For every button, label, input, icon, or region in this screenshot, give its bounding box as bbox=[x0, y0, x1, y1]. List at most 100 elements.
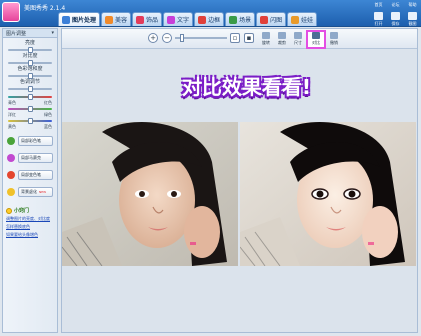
basic-sliders: 亮度 对比度 色彩饱和度 色调调节 青色 红色 洋红 绿色 黄色 蓝色 bbox=[3, 38, 57, 130]
brightness-slider[interactable] bbox=[8, 47, 52, 53]
enhanced-photo-image bbox=[240, 122, 416, 266]
blur-icon bbox=[7, 187, 15, 196]
effect-label-text: 背景虚化 bbox=[21, 188, 37, 194]
screenshot-icon bbox=[408, 12, 417, 20]
screenshot-button[interactable]: 截图 bbox=[408, 12, 417, 27]
main-tabs: 图片处理 美容 饰品 文字 边框 场景 闪图 娃娃 bbox=[58, 12, 318, 26]
resize-icon bbox=[294, 32, 302, 39]
link-forum-group: 论坛 保存 bbox=[391, 2, 400, 27]
tab-scene[interactable]: 场景 bbox=[225, 12, 256, 26]
frame-icon bbox=[198, 15, 207, 24]
tone-label: 色调调节 bbox=[19, 79, 40, 85]
tip-link[interactable]: 如果要给头像增色 bbox=[6, 232, 56, 238]
rotate-label: 旋转 bbox=[262, 40, 270, 45]
brightness-label: 亮度 bbox=[24, 40, 35, 46]
actual-size-button[interactable]: ▪ bbox=[244, 33, 254, 43]
fit-button[interactable]: ▫ bbox=[230, 33, 240, 43]
yellow-blue-slider[interactable] bbox=[8, 118, 52, 124]
new-badge: NEW bbox=[39, 189, 47, 194]
tab-flash[interactable]: 闪图 bbox=[256, 12, 287, 26]
yellow-blue-labels: 黄色 蓝色 bbox=[6, 124, 54, 130]
heart-icon bbox=[136, 15, 145, 24]
partial-mosaic-button[interactable]: 局部马赛克 bbox=[7, 151, 53, 164]
original-photo bbox=[62, 122, 238, 266]
resize-button[interactable]: 尺寸 bbox=[290, 32, 306, 47]
link-home-group: 首页 打开 bbox=[374, 2, 383, 27]
tab-beauty[interactable]: 美容 bbox=[101, 12, 132, 26]
adjust-panel: 图片调整 ▾ 亮度 对比度 色彩饱和度 色调调节 青色 红色 洋红 绿色 黄色 … bbox=[2, 28, 58, 333]
rotate-button[interactable]: 旋转 bbox=[258, 32, 274, 47]
yellow-label: 黄色 bbox=[8, 124, 16, 129]
slider-knob[interactable] bbox=[27, 106, 33, 112]
flash-icon bbox=[260, 15, 269, 24]
saturation-slider[interactable] bbox=[8, 73, 52, 79]
zoom-knob[interactable] bbox=[180, 34, 185, 42]
cyan-red-slider[interactable] bbox=[8, 94, 52, 100]
link-help-group: 帮助 截图 bbox=[408, 2, 417, 27]
tab-label: 饰品 bbox=[146, 17, 159, 24]
zoom-out-button[interactable]: − bbox=[162, 33, 172, 43]
app-logo bbox=[2, 2, 20, 22]
magenta-green-slider[interactable] bbox=[8, 106, 52, 112]
save-button[interactable]: 保存 bbox=[391, 12, 400, 27]
tips-title: 小窍门 bbox=[6, 207, 56, 214]
link-home[interactable]: 首页 bbox=[375, 2, 383, 8]
tab-label: 娃娃 bbox=[301, 17, 314, 24]
enhanced-photo bbox=[240, 122, 416, 266]
slider-knob[interactable] bbox=[27, 118, 33, 124]
tip-link[interactable]: 调整图片的亮度、对比度 bbox=[6, 216, 56, 222]
tab-label: 场景 bbox=[239, 17, 252, 24]
tips-section: 小窍门 调整图片的亮度、对比度 怎样替换底色 如果要给头像增色 bbox=[6, 207, 56, 238]
tab-doll[interactable]: 娃娃 bbox=[287, 12, 318, 26]
open-button[interactable]: 打开 bbox=[374, 12, 383, 27]
zoom-in-button[interactable]: + bbox=[148, 33, 158, 43]
tab-text[interactable]: 文字 bbox=[163, 12, 194, 26]
compare-label: 对比 bbox=[312, 40, 320, 45]
resize-label: 尺寸 bbox=[294, 40, 302, 45]
folder-icon bbox=[374, 12, 383, 20]
tab-label: 文字 bbox=[177, 17, 190, 24]
tone-slider[interactable] bbox=[8, 86, 52, 92]
recolor-icon bbox=[7, 170, 15, 179]
title-bar: 美图秀秀 2.1.4 图片处理 美容 饰品 文字 边框 场景 闪图 娃娃 首页 … bbox=[0, 0, 421, 27]
compare-icon bbox=[312, 32, 320, 39]
tab-photo-edit[interactable]: 图片处理 bbox=[58, 12, 101, 26]
slider-knob[interactable] bbox=[27, 86, 33, 92]
slider-knob[interactable] bbox=[27, 94, 33, 100]
doll-icon bbox=[291, 15, 300, 24]
tab-accessories[interactable]: 饰品 bbox=[132, 12, 163, 26]
open-label: 打开 bbox=[374, 21, 383, 26]
blue-label: 蓝色 bbox=[44, 124, 52, 129]
mosaic-icon bbox=[7, 153, 15, 162]
contrast-slider[interactable] bbox=[8, 60, 52, 66]
save-icon bbox=[391, 12, 400, 20]
slider-knob[interactable] bbox=[27, 47, 33, 53]
slider-knob[interactable] bbox=[27, 60, 33, 66]
partial-recolor-button[interactable]: 局部变色笔 bbox=[7, 168, 53, 181]
tips-title-text: 小窍门 bbox=[14, 208, 30, 214]
effect-label: 局部彩色笔 bbox=[18, 135, 53, 146]
rotate-icon bbox=[262, 32, 270, 39]
background-blur-button[interactable]: 背景虚化 NEW bbox=[7, 185, 53, 198]
effect-label: 局部变色笔 bbox=[18, 169, 53, 180]
face-icon bbox=[105, 15, 114, 24]
link-help[interactable]: 帮助 bbox=[409, 2, 417, 8]
contrast-label: 对比度 bbox=[22, 53, 38, 59]
original-photo-image bbox=[62, 122, 238, 266]
tip-link[interactable]: 怎样替换底色 bbox=[6, 224, 56, 230]
effect-label: 局部马赛克 bbox=[18, 152, 53, 163]
tab-label: 图片处理 bbox=[72, 17, 97, 24]
slider-knob[interactable] bbox=[27, 73, 33, 79]
screenshot-label: 截图 bbox=[408, 21, 417, 26]
compare-caption: 对比效果看看! bbox=[181, 75, 312, 99]
text-icon bbox=[167, 15, 176, 24]
partial-color-pen-button[interactable]: 局部彩色笔 bbox=[7, 134, 53, 147]
link-forum[interactable]: 论坛 bbox=[392, 2, 400, 8]
undo-button[interactable]: 撤销 bbox=[326, 32, 342, 47]
tab-frame[interactable]: 边框 bbox=[194, 12, 225, 26]
crop-button[interactable]: 裁剪 bbox=[274, 32, 290, 47]
color-pen-icon bbox=[7, 136, 15, 145]
undo-icon bbox=[330, 32, 338, 39]
collapse-icon[interactable]: ▾ bbox=[51, 30, 54, 36]
compare-button[interactable]: 对比 bbox=[306, 30, 326, 49]
